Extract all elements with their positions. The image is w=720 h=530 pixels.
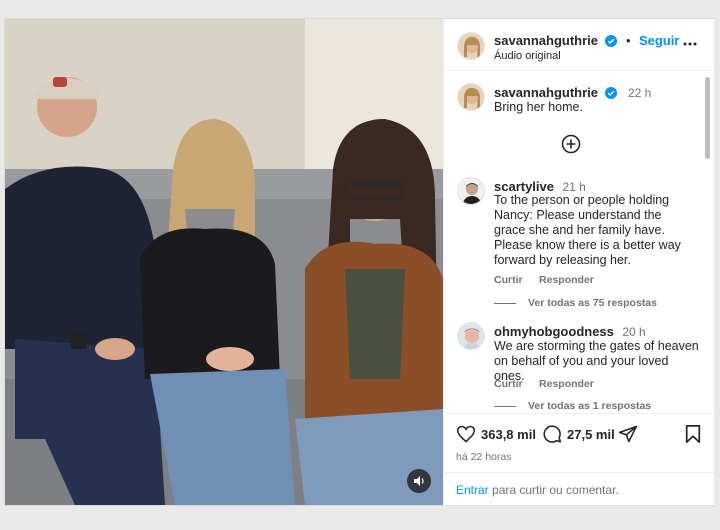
view-replies-label: Ver todas as 1 respostas [528, 400, 652, 412]
more-horizontal-icon [683, 42, 697, 46]
caption-text: Bring her home. [494, 100, 583, 114]
post-sidebar: savannahguthrie • Seguir Áudio original [443, 19, 714, 505]
login-prompt-text: para curtir ou comentar. [488, 483, 619, 497]
more-options-button[interactable] [682, 36, 698, 57]
bookmark-icon [685, 425, 701, 443]
post-modal: savannahguthrie • Seguir Áudio original [4, 18, 714, 506]
verified-badge-icon [605, 35, 618, 47]
like-comment-button[interactable]: Curtir [494, 274, 523, 286]
video-frame [5, 19, 443, 505]
avatar-image [458, 84, 484, 110]
reply-button[interactable]: Responder [539, 378, 594, 390]
dot-separator: • [625, 33, 631, 48]
share-button[interactable] [618, 424, 638, 449]
plus-circle-icon [561, 134, 581, 154]
post-timestamp[interactable]: há 22 horas [456, 451, 511, 463]
verified-badge-icon [605, 87, 618, 99]
caption-username[interactable]: savannahguthrie [494, 85, 598, 100]
author-username[interactable]: savannahguthrie [494, 33, 598, 48]
reply-button[interactable]: Responder [539, 274, 594, 286]
login-prompt: Entrar para curtir ou comentar. [456, 483, 619, 497]
header-title-row: savannahguthrie • Seguir [494, 32, 679, 50]
divider-line [494, 405, 516, 407]
avatar-image [458, 33, 484, 59]
comment-username[interactable]: scartylive [494, 179, 554, 194]
avatar-image [458, 178, 484, 204]
divider-line [494, 302, 516, 304]
comments-scrollbar[interactable] [705, 77, 710, 159]
like-comment-button[interactable]: Curtir [494, 378, 523, 390]
comment-actions: Curtir Responder [494, 374, 606, 392]
post-header: savannahguthrie • Seguir Áudio original [444, 19, 714, 71]
follow-button[interactable]: Seguir [639, 33, 679, 48]
comment-action[interactable]: 27,5 mil [542, 424, 615, 444]
like-action[interactable]: 363,8 mil [456, 424, 536, 444]
comment-avatar[interactable] [457, 322, 485, 350]
comment-avatar[interactable] [457, 177, 485, 205]
comment-actions: Curtir Responder [494, 270, 606, 288]
save-button[interactable] [684, 424, 702, 449]
comment-time: 21 h [562, 180, 586, 194]
author-avatar[interactable] [457, 32, 485, 60]
comment-text: To the person or people holding Nancy: P… [494, 193, 681, 267]
heart-icon [456, 425, 476, 443]
audio-label[interactable]: Áudio original [494, 50, 561, 62]
comment-time: 20 h [622, 325, 646, 339]
comment-username[interactable]: ohmyhobgoodness [494, 324, 614, 339]
view-replies-button[interactable]: Ver todas as 75 respostas [494, 297, 657, 309]
caption-time: 22 h [627, 86, 652, 100]
send-icon [618, 425, 638, 443]
comment-icon [543, 425, 562, 443]
login-link[interactable]: Entrar [456, 483, 489, 497]
likes-count: 363,8 mil [481, 426, 536, 442]
post-video[interactable] [5, 19, 443, 505]
post-footer: 363,8 mil 27,5 mil há 22 horas Entrar pa… [444, 413, 714, 505]
comments-count: 27,5 mil [567, 426, 615, 442]
caption-avatar[interactable] [457, 83, 485, 111]
view-replies-label: Ver todas as 75 respostas [528, 297, 657, 309]
load-more-comments-button[interactable] [561, 134, 581, 159]
view-replies-button[interactable]: Ver todas as 1 respostas [494, 400, 651, 412]
footer-divider [444, 472, 714, 473]
avatar-image [458, 323, 484, 349]
speaker-icon [414, 476, 424, 486]
mute-button[interactable] [407, 469, 431, 493]
